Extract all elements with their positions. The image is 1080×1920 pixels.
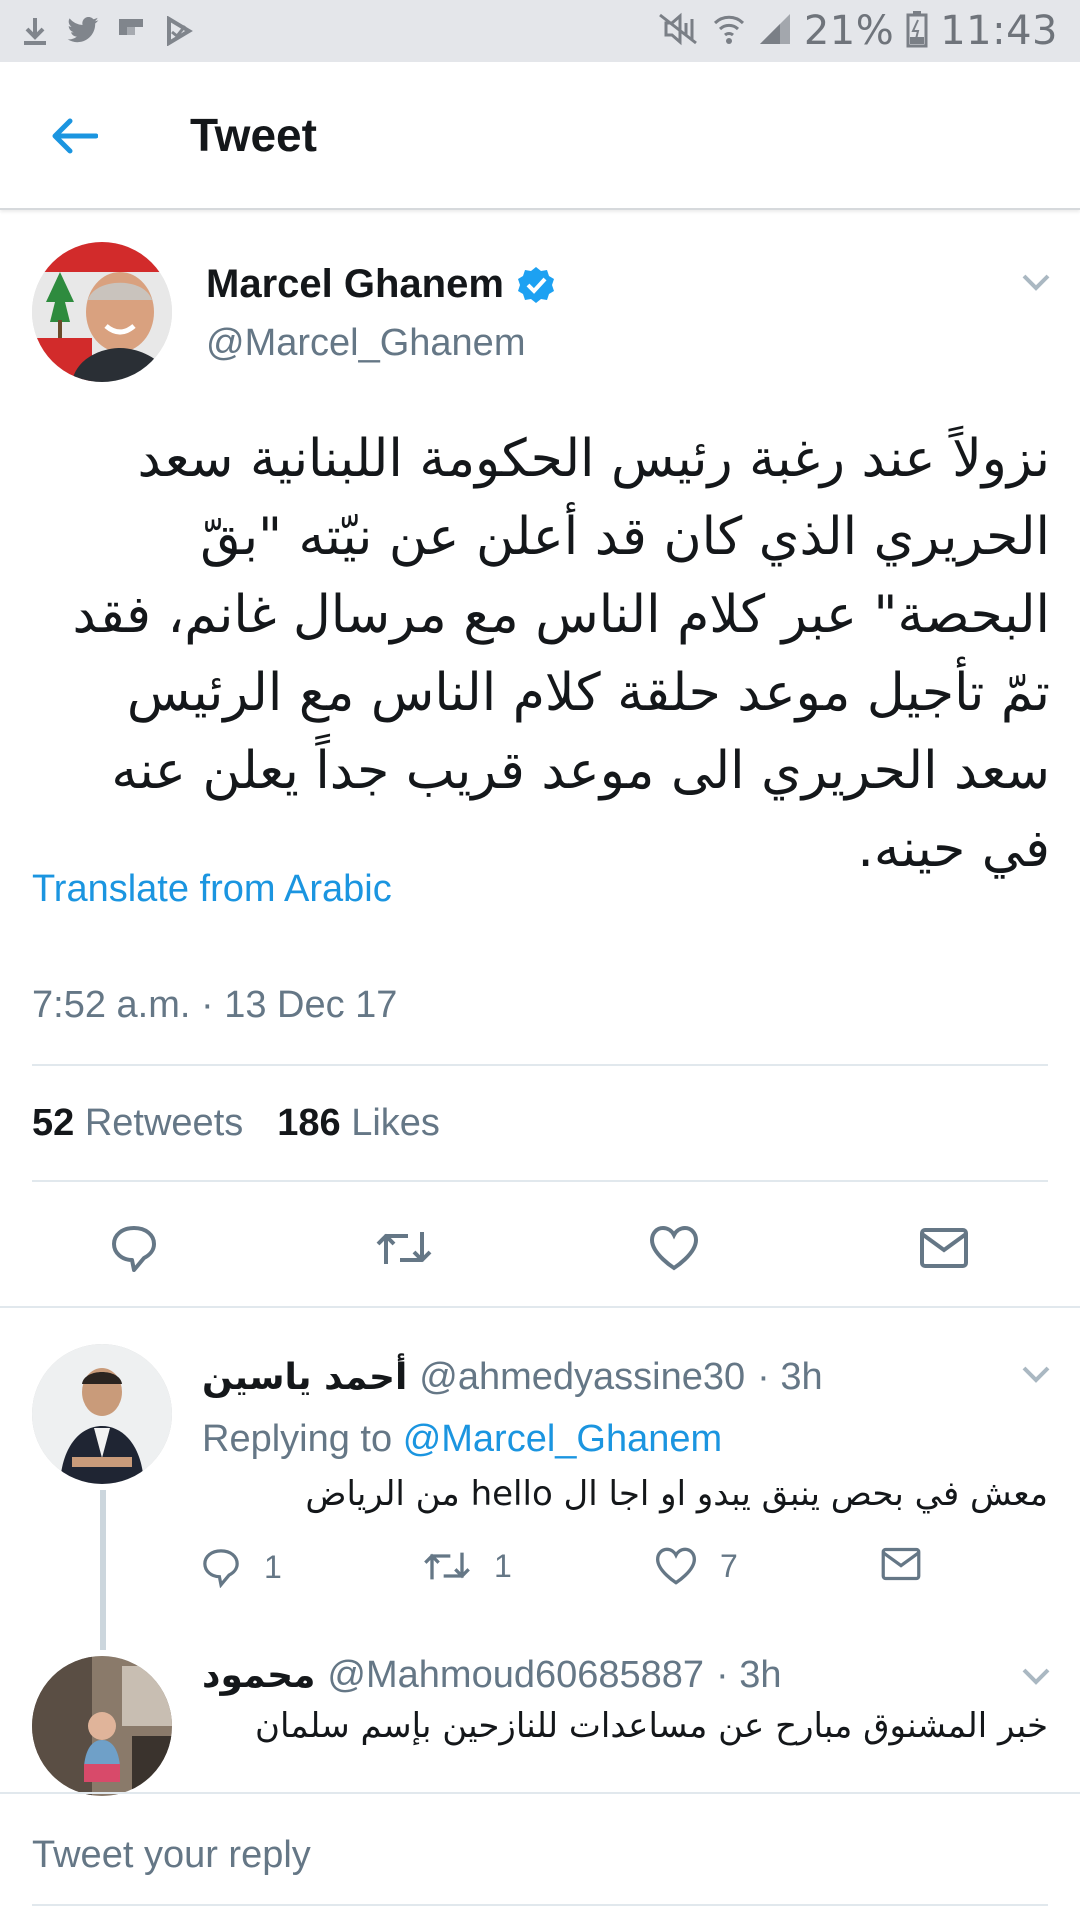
like-button[interactable] bbox=[644, 1218, 704, 1278]
retweets-stat[interactable]: 52 Retweets bbox=[32, 1102, 243, 1145]
mail-icon bbox=[920, 1228, 968, 1268]
thread-connector bbox=[100, 1490, 106, 1650]
back-arrow-icon bbox=[52, 118, 98, 154]
retweets-label: Retweets bbox=[84, 1102, 244, 1144]
chevron-down-icon bbox=[1022, 1668, 1050, 1685]
reply-author-name[interactable]: أحمد ياسين bbox=[202, 1357, 407, 1398]
retweet-icon bbox=[424, 1552, 470, 1580]
likes-stat[interactable]: 186 Likes bbox=[277, 1102, 440, 1145]
divider bbox=[32, 1180, 1048, 1182]
direct-message-button[interactable] bbox=[914, 1218, 974, 1278]
clock: 11:43 bbox=[940, 8, 1058, 54]
reply-time: · 3h bbox=[716, 1654, 782, 1696]
reply-header: أحمد ياسين @ahmedyassine30 · 3h bbox=[202, 1356, 823, 1399]
tweet-stats: 52 Retweets 186 Likes bbox=[32, 1102, 440, 1145]
likes-count: 186 bbox=[277, 1102, 341, 1144]
reply-reply-count: 1 bbox=[264, 1548, 282, 1585]
retweets-count: 52 bbox=[32, 1102, 75, 1144]
reply-author-name[interactable]: محمود bbox=[202, 1655, 315, 1696]
heart-icon bbox=[655, 1547, 697, 1585]
author-avatar[interactable] bbox=[32, 242, 172, 382]
divider bbox=[0, 1306, 1080, 1308]
page-title: Tweet bbox=[190, 109, 317, 161]
app-header: Tweet bbox=[0, 62, 1080, 210]
reply-dm-button[interactable] bbox=[880, 1546, 922, 1582]
author-name[interactable]: Marcel Ghanem bbox=[206, 262, 504, 307]
reply-header: محمود @Mahmoud60685887 · 3h bbox=[202, 1654, 782, 1697]
reply-text: خبر المشنوق مبارح عن مساعدات للنازحين بإ… bbox=[254, 1706, 1048, 1746]
twitter-icon bbox=[66, 14, 100, 48]
reply-compose-input[interactable]: Tweet your reply bbox=[32, 1834, 311, 1877]
reply-reply-button[interactable]: 1 bbox=[200, 1546, 282, 1588]
retweet-button[interactable] bbox=[374, 1218, 434, 1278]
tweet-menu-button[interactable] bbox=[1018, 268, 1054, 296]
wifi-icon bbox=[712, 11, 746, 52]
status-bar: 21% 11:43 bbox=[0, 0, 1080, 62]
heart-icon bbox=[649, 1225, 699, 1271]
signal-icon bbox=[758, 12, 792, 51]
reply-menu-button[interactable] bbox=[1020, 1362, 1052, 1386]
author-handle[interactable]: @Marcel_Ghanem bbox=[206, 322, 525, 365]
divider bbox=[0, 1792, 1080, 1794]
download-icon bbox=[18, 14, 52, 48]
reply-menu-button[interactable] bbox=[1020, 1664, 1052, 1688]
reply-retweet-button[interactable]: 1 bbox=[422, 1546, 512, 1586]
replying-to-handle[interactable]: @Marcel_Ghanem bbox=[403, 1418, 722, 1460]
back-button[interactable] bbox=[44, 108, 104, 164]
tweet-actions bbox=[0, 1218, 1080, 1288]
divider bbox=[32, 1064, 1048, 1066]
reply-time: · 3h bbox=[757, 1356, 823, 1398]
likes-label: Likes bbox=[351, 1102, 440, 1144]
reply-avatar[interactable] bbox=[32, 1656, 172, 1796]
reply-icon bbox=[112, 1226, 156, 1272]
verified-badge-icon bbox=[516, 265, 556, 305]
chevron-down-icon bbox=[1022, 274, 1050, 291]
flipboard-icon bbox=[114, 14, 148, 48]
reply-retweet-count: 1 bbox=[494, 1547, 512, 1584]
replying-to: Replying to @Marcel_Ghanem bbox=[202, 1418, 722, 1461]
reply-text: معش في بحص ينبق يبدو او اجا ال hello من … bbox=[305, 1474, 1048, 1514]
play-icon bbox=[162, 14, 196, 48]
mail-icon bbox=[881, 1547, 921, 1581]
reply-avatar[interactable] bbox=[32, 1344, 172, 1484]
mute-icon bbox=[656, 11, 700, 52]
battery-icon bbox=[906, 10, 928, 53]
reply-like-count: 7 bbox=[720, 1547, 738, 1584]
tweet-text: نزولاً عند رغبة رئيس الحكومة اللبنانية س… bbox=[72, 429, 1050, 879]
system-status: 21% 11:43 bbox=[656, 8, 1058, 54]
tweet-timestamp: 7:52 a.m. · 13 Dec 17 bbox=[32, 984, 398, 1026]
retweet-icon bbox=[376, 1232, 432, 1264]
chevron-down-icon bbox=[1022, 1366, 1050, 1383]
replying-to-prefix: Replying to bbox=[202, 1418, 393, 1460]
reply-button[interactable] bbox=[104, 1218, 164, 1278]
author-name-row: Marcel Ghanem bbox=[206, 262, 556, 307]
compose-underline bbox=[32, 1904, 1048, 1906]
translate-link[interactable]: Translate from Arabic bbox=[32, 868, 392, 911]
battery-percent: 21% bbox=[803, 8, 895, 54]
reply-icon bbox=[203, 1549, 239, 1588]
reply-like-button[interactable]: 7 bbox=[654, 1546, 738, 1586]
reply-author-handle[interactable]: @ahmedyassine30 bbox=[419, 1356, 745, 1399]
reply-author-handle[interactable]: @Mahmoud60685887 bbox=[327, 1654, 704, 1697]
reply-actions: 1 1 7 bbox=[0, 1546, 1080, 1596]
notification-icons bbox=[18, 12, 196, 50]
